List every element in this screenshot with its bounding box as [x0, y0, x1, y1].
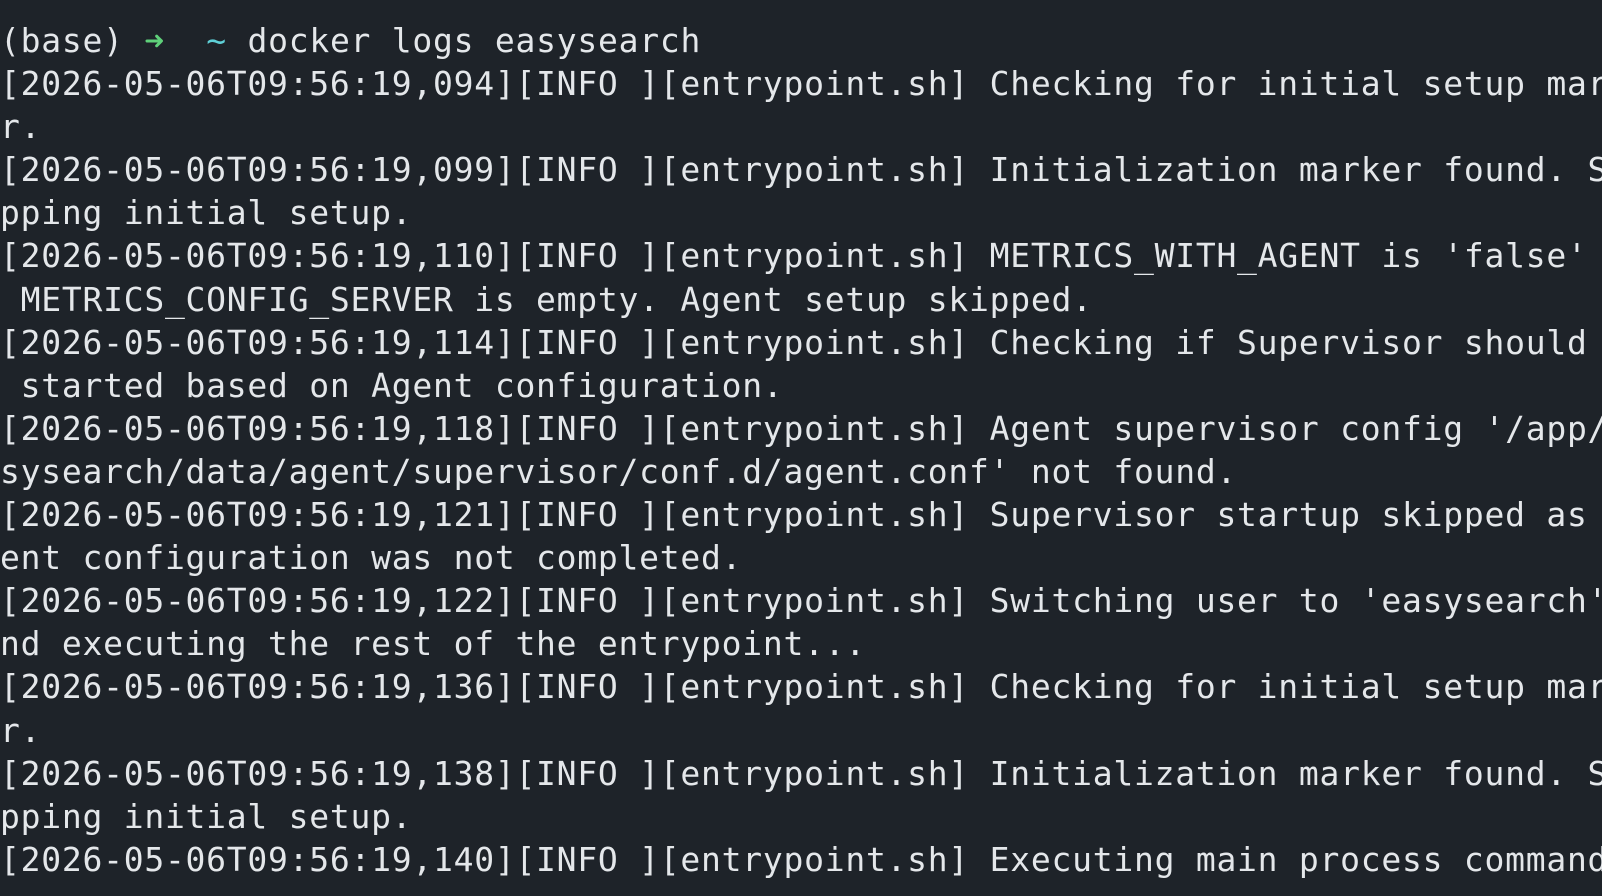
log-line: started based on Agent configuration.: [0, 365, 784, 405]
log-line: r.: [0, 107, 42, 147]
log-line: [2026-05-06T09:56:19,138][INFO ][entrypo…: [0, 753, 1602, 793]
log-line: sysearch/data/agent/supervisor/conf.d/ag…: [0, 451, 1238, 491]
log-line: r.: [0, 710, 42, 750]
prompt-arrow-icon: ➜: [144, 21, 165, 60]
current-directory: ~: [206, 21, 227, 60]
log-line: METRICS_CONFIG_SERVER is empty. Agent se…: [0, 279, 1093, 319]
log-line: pping initial setup.: [0, 193, 413, 233]
command-text: docker logs easysearch: [247, 21, 702, 60]
log-line: [2026-05-06T09:56:19,099][INFO ][entrypo…: [0, 150, 1602, 190]
log-line: [2026-05-06T09:56:19,114][INFO ][entrypo…: [0, 322, 1602, 362]
prompt-line: (base) ➜ ~ docker logs easysearch: [0, 19, 1602, 62]
log-line: [2026-05-06T09:56:19,140][INFO ][entrypo…: [0, 839, 1602, 879]
log-line: pping initial setup.: [0, 796, 413, 836]
log-line: [2026-05-06T09:56:19,122][INFO ][entrypo…: [0, 581, 1602, 621]
log-line: [2026-05-06T09:56:19,094][INFO ][entrypo…: [0, 64, 1602, 104]
log-line: [2026-05-06T09:56:19,121][INFO ][entrypo…: [0, 495, 1602, 535]
log-line: [2026-05-06T09:56:19,118][INFO ][entrypo…: [0, 408, 1602, 448]
log-line: [2026-05-06T09:56:19,110][INFO ][entrypo…: [0, 236, 1602, 276]
log-line: nd executing the rest of the entrypoint.…: [0, 624, 866, 664]
terminal-window[interactable]: (base) ➜ ~ docker logs easysearch [2026-…: [0, 0, 1602, 896]
log-line: [2026-05-06T09:56:19,136][INFO ][entrypo…: [0, 667, 1602, 707]
log-line: ent configuration was not completed.: [0, 538, 743, 578]
conda-env-label: (base): [0, 21, 124, 60]
